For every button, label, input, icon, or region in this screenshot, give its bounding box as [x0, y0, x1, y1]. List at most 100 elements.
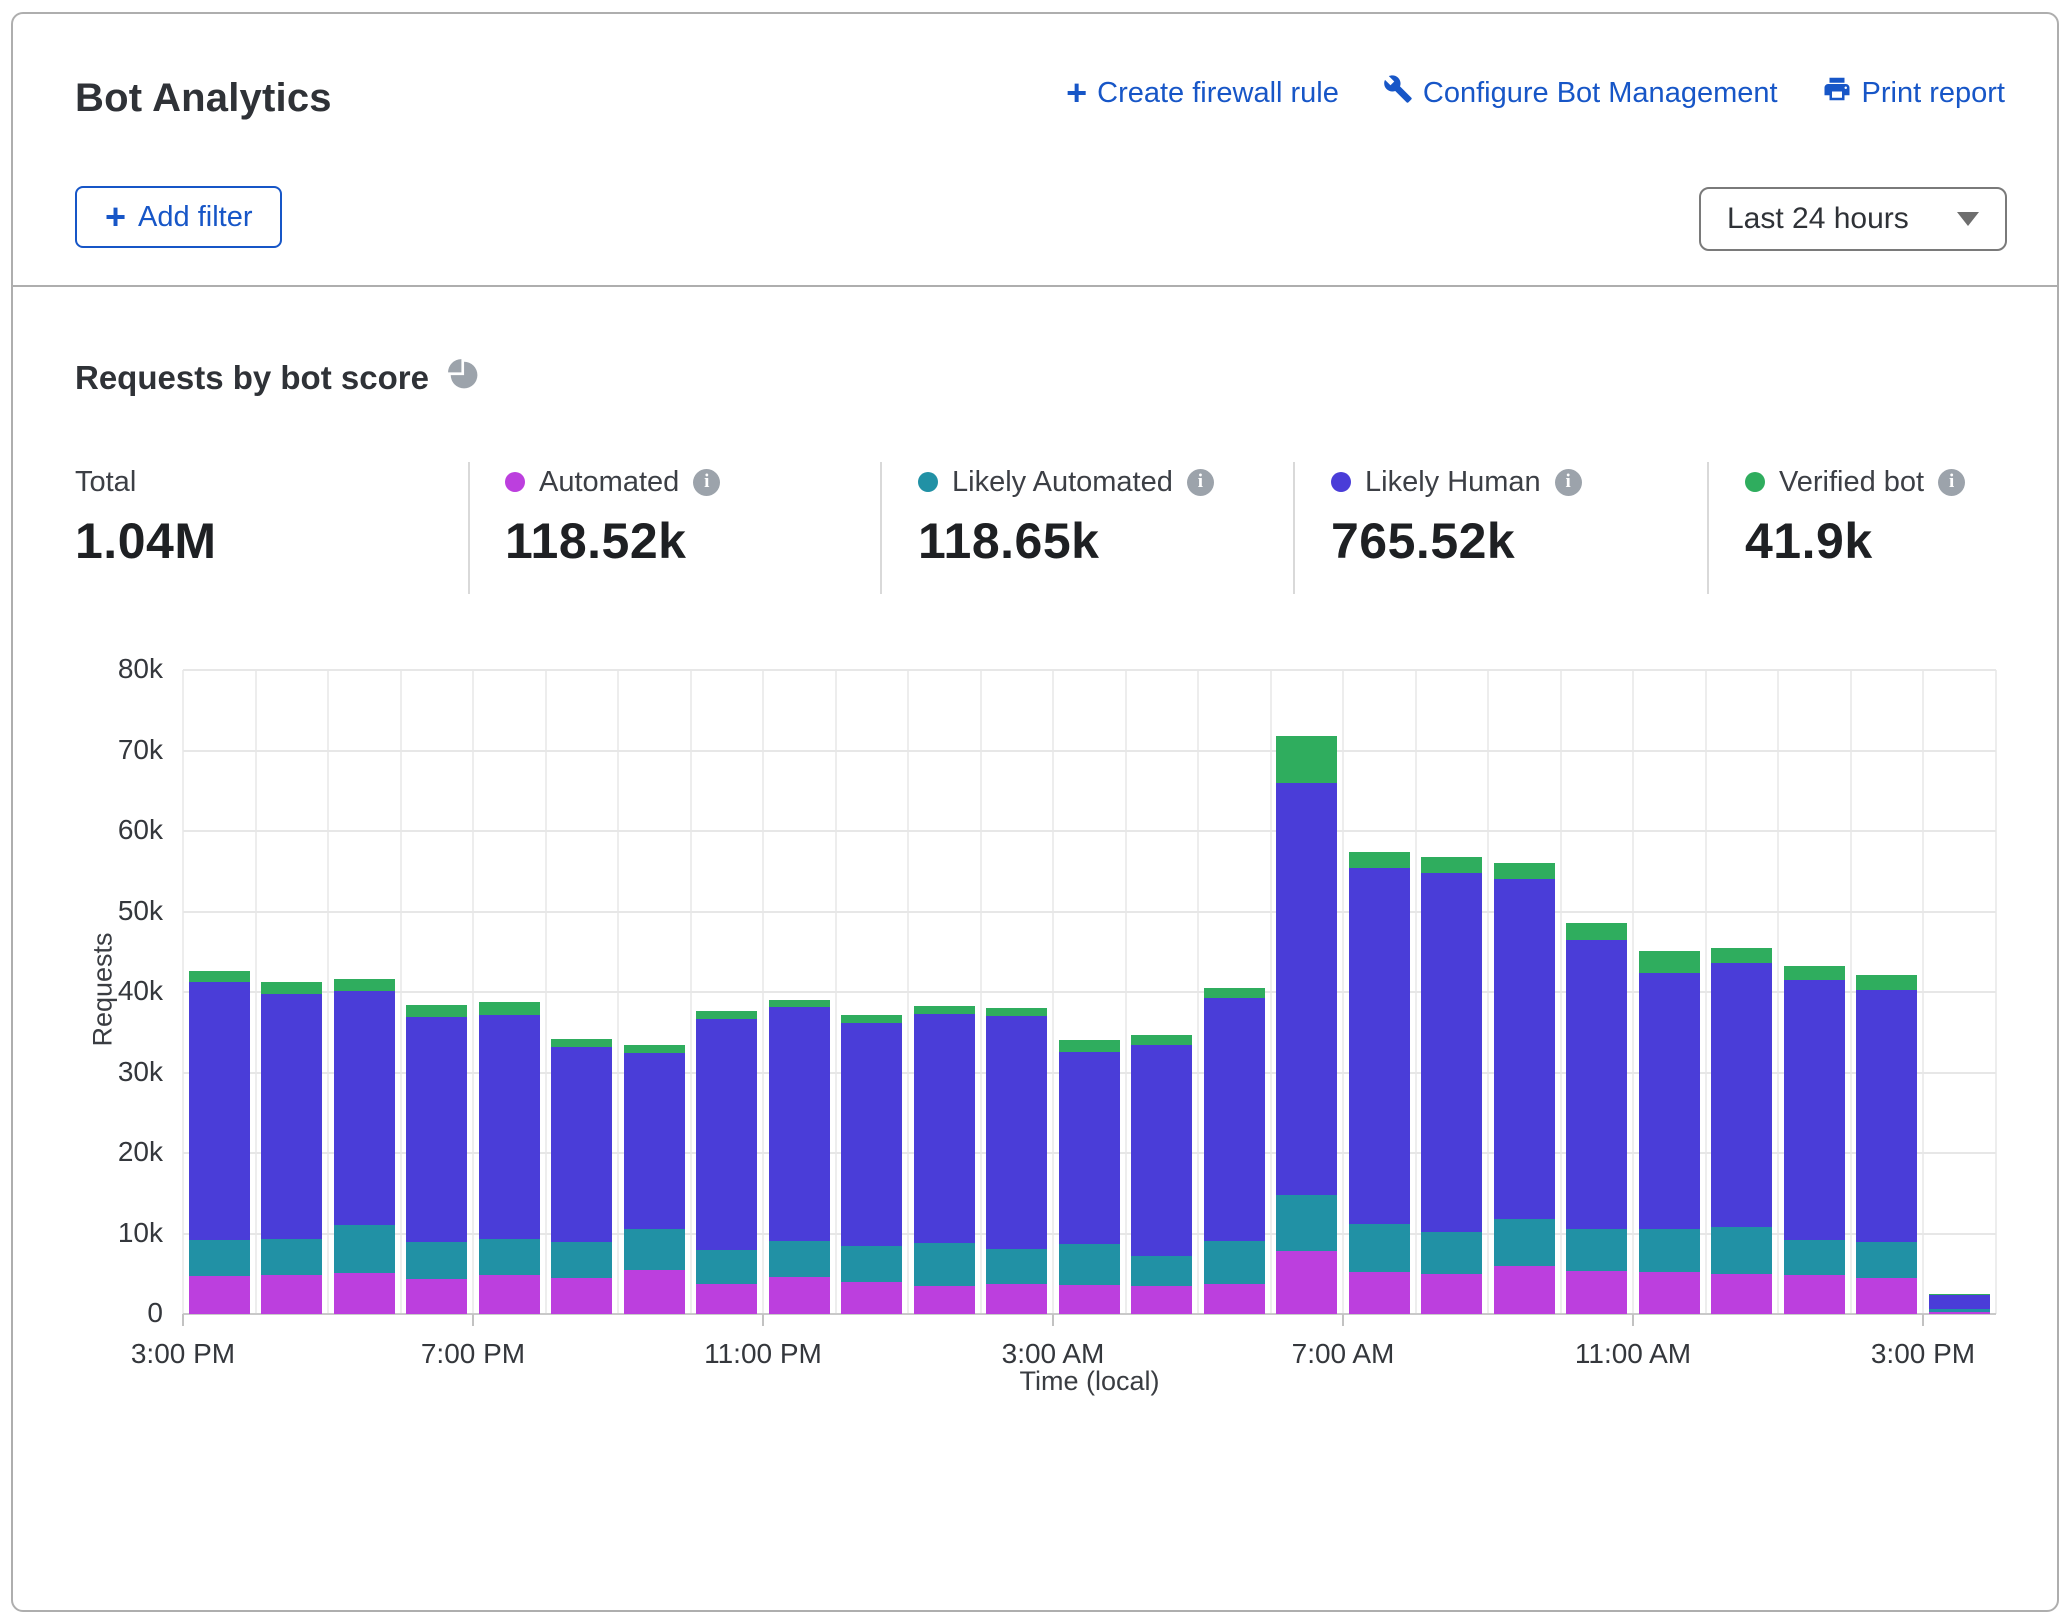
bar-segment-likely-human[interactable] [1421, 873, 1482, 1232]
bar-segment-likely-human[interactable] [986, 1016, 1047, 1249]
bar-segment-verified-bot[interactable] [1059, 1040, 1120, 1052]
bar-segment-likely-automated[interactable] [986, 1249, 1047, 1284]
bar-segment-likely-human[interactable] [696, 1019, 757, 1250]
bar-segment-verified-bot[interactable] [551, 1039, 612, 1047]
bar-segment-automated[interactable] [1349, 1272, 1410, 1314]
bar-segment-automated[interactable] [1856, 1278, 1917, 1314]
bar-segment-likely-human[interactable] [1929, 1295, 1990, 1309]
bar-segment-likely-human[interactable] [479, 1015, 540, 1240]
bar-segment-verified-bot[interactable] [986, 1008, 1047, 1016]
bar-segment-likely-human[interactable] [1856, 990, 1917, 1243]
bar-segment-likely-automated[interactable] [1929, 1309, 1990, 1311]
bar-segment-automated[interactable] [696, 1284, 757, 1314]
bar-segment-verified-bot[interactable] [334, 979, 395, 991]
bar-segment-verified-bot[interactable] [914, 1006, 975, 1014]
bar-segment-verified-bot[interactable] [841, 1015, 902, 1024]
create-firewall-rule-link[interactable]: + Create firewall rule [1066, 77, 1339, 110]
bar-segment-automated[interactable] [479, 1275, 540, 1314]
bar-segment-likely-automated[interactable] [1276, 1195, 1337, 1251]
bar-segment-automated[interactable] [1059, 1285, 1120, 1314]
bar-segment-likely-automated[interactable] [334, 1225, 395, 1272]
bar-segment-automated[interactable] [551, 1278, 612, 1314]
bar-segment-verified-bot[interactable] [624, 1045, 685, 1053]
bar-segment-likely-automated[interactable] [696, 1250, 757, 1284]
bar-segment-automated[interactable] [1494, 1266, 1555, 1314]
bar-segment-automated[interactable] [1421, 1274, 1482, 1314]
bar-segment-likely-automated[interactable] [1131, 1256, 1192, 1286]
bar-segment-likely-human[interactable] [1639, 973, 1700, 1229]
bar-segment-likely-human[interactable] [1711, 963, 1772, 1227]
bar-segment-automated[interactable] [189, 1276, 250, 1314]
bar-segment-automated[interactable] [1204, 1284, 1265, 1314]
bar-segment-likely-automated[interactable] [551, 1242, 612, 1278]
bar-segment-likely-automated[interactable] [1856, 1242, 1917, 1277]
info-icon[interactable]: i [1555, 469, 1582, 496]
bar-segment-likely-automated[interactable] [1711, 1227, 1772, 1274]
bar-segment-automated[interactable] [1639, 1272, 1700, 1314]
bar-segment-automated[interactable] [1784, 1275, 1845, 1314]
bar-segment-likely-human[interactable] [624, 1053, 685, 1228]
bar-segment-likely-automated[interactable] [1639, 1229, 1700, 1272]
bar-segment-likely-human[interactable] [1494, 879, 1555, 1219]
bar-segment-automated[interactable] [334, 1273, 395, 1314]
bar-segment-likely-automated[interactable] [624, 1229, 685, 1270]
bar-segment-automated[interactable] [624, 1270, 685, 1314]
bar-segment-verified-bot[interactable] [261, 982, 322, 993]
bar-segment-verified-bot[interactable] [1276, 736, 1337, 783]
bar-segment-likely-automated[interactable] [1349, 1224, 1410, 1272]
bar-segment-likely-human[interactable] [334, 991, 395, 1225]
bar-segment-likely-human[interactable] [189, 982, 250, 1240]
bar-segment-likely-human[interactable] [841, 1023, 902, 1246]
bar-segment-likely-human[interactable] [406, 1017, 467, 1242]
info-icon[interactable]: i [1938, 469, 1965, 496]
bar-segment-automated[interactable] [986, 1284, 1047, 1314]
bar-segment-likely-automated[interactable] [479, 1239, 540, 1275]
bar-segment-likely-human[interactable] [261, 994, 322, 1240]
bar-segment-likely-human[interactable] [1784, 980, 1845, 1240]
bar-segment-verified-bot[interactable] [189, 971, 250, 981]
bar-segment-verified-bot[interactable] [1421, 857, 1482, 873]
info-icon[interactable]: i [693, 469, 720, 496]
bar-segment-likely-human[interactable] [1204, 998, 1265, 1241]
bar-segment-likely-automated[interactable] [261, 1239, 322, 1275]
bar-segment-verified-bot[interactable] [479, 1002, 540, 1014]
bar-segment-likely-human[interactable] [551, 1047, 612, 1242]
bar-segment-verified-bot[interactable] [1349, 852, 1410, 868]
bar-segment-likely-automated[interactable] [1204, 1241, 1265, 1284]
bar-segment-likely-automated[interactable] [1784, 1240, 1845, 1275]
bar-segment-verified-bot[interactable] [1639, 951, 1700, 973]
bar-segment-likely-automated[interactable] [1421, 1232, 1482, 1274]
bar-segment-likely-human[interactable] [769, 1007, 830, 1241]
bar-segment-verified-bot[interactable] [696, 1011, 757, 1020]
bar-segment-verified-bot[interactable] [1204, 988, 1265, 998]
bar-segment-likely-automated[interactable] [769, 1241, 830, 1277]
bar-segment-verified-bot[interactable] [1856, 975, 1917, 989]
bar-segment-verified-bot[interactable] [1929, 1294, 1990, 1295]
print-report-link[interactable]: Print report [1822, 74, 2005, 112]
bar-segment-likely-human[interactable] [914, 1014, 975, 1243]
bar-segment-verified-bot[interactable] [1784, 966, 1845, 980]
bar-segment-verified-bot[interactable] [1494, 863, 1555, 879]
configure-bot-management-link[interactable]: Configure Bot Management [1383, 74, 1778, 112]
bar-segment-likely-automated[interactable] [1494, 1219, 1555, 1266]
bar-segment-likely-human[interactable] [1566, 940, 1627, 1230]
bar-segment-automated[interactable] [769, 1277, 830, 1314]
bar-segment-likely-automated[interactable] [406, 1242, 467, 1278]
bar-segment-verified-bot[interactable] [406, 1005, 467, 1017]
bar-segment-verified-bot[interactable] [769, 1000, 830, 1006]
bar-segment-likely-automated[interactable] [914, 1243, 975, 1286]
bar-segment-verified-bot[interactable] [1711, 948, 1772, 963]
bar-segment-likely-automated[interactable] [1059, 1244, 1120, 1285]
time-range-dropdown[interactable]: Last 24 hours [1699, 187, 2007, 251]
bar-segment-likely-human[interactable] [1131, 1045, 1192, 1256]
add-filter-button[interactable]: + Add filter [75, 186, 282, 248]
bar-segment-automated[interactable] [1929, 1312, 1990, 1314]
bar-segment-automated[interactable] [261, 1275, 322, 1314]
bar-segment-automated[interactable] [841, 1282, 902, 1314]
bar-segment-automated[interactable] [914, 1286, 975, 1314]
bar-segment-automated[interactable] [1566, 1271, 1627, 1314]
bar-segment-likely-human[interactable] [1059, 1052, 1120, 1244]
info-icon[interactable]: i [1187, 469, 1214, 496]
bar-segment-verified-bot[interactable] [1566, 923, 1627, 940]
bar-segment-likely-automated[interactable] [1566, 1229, 1627, 1270]
